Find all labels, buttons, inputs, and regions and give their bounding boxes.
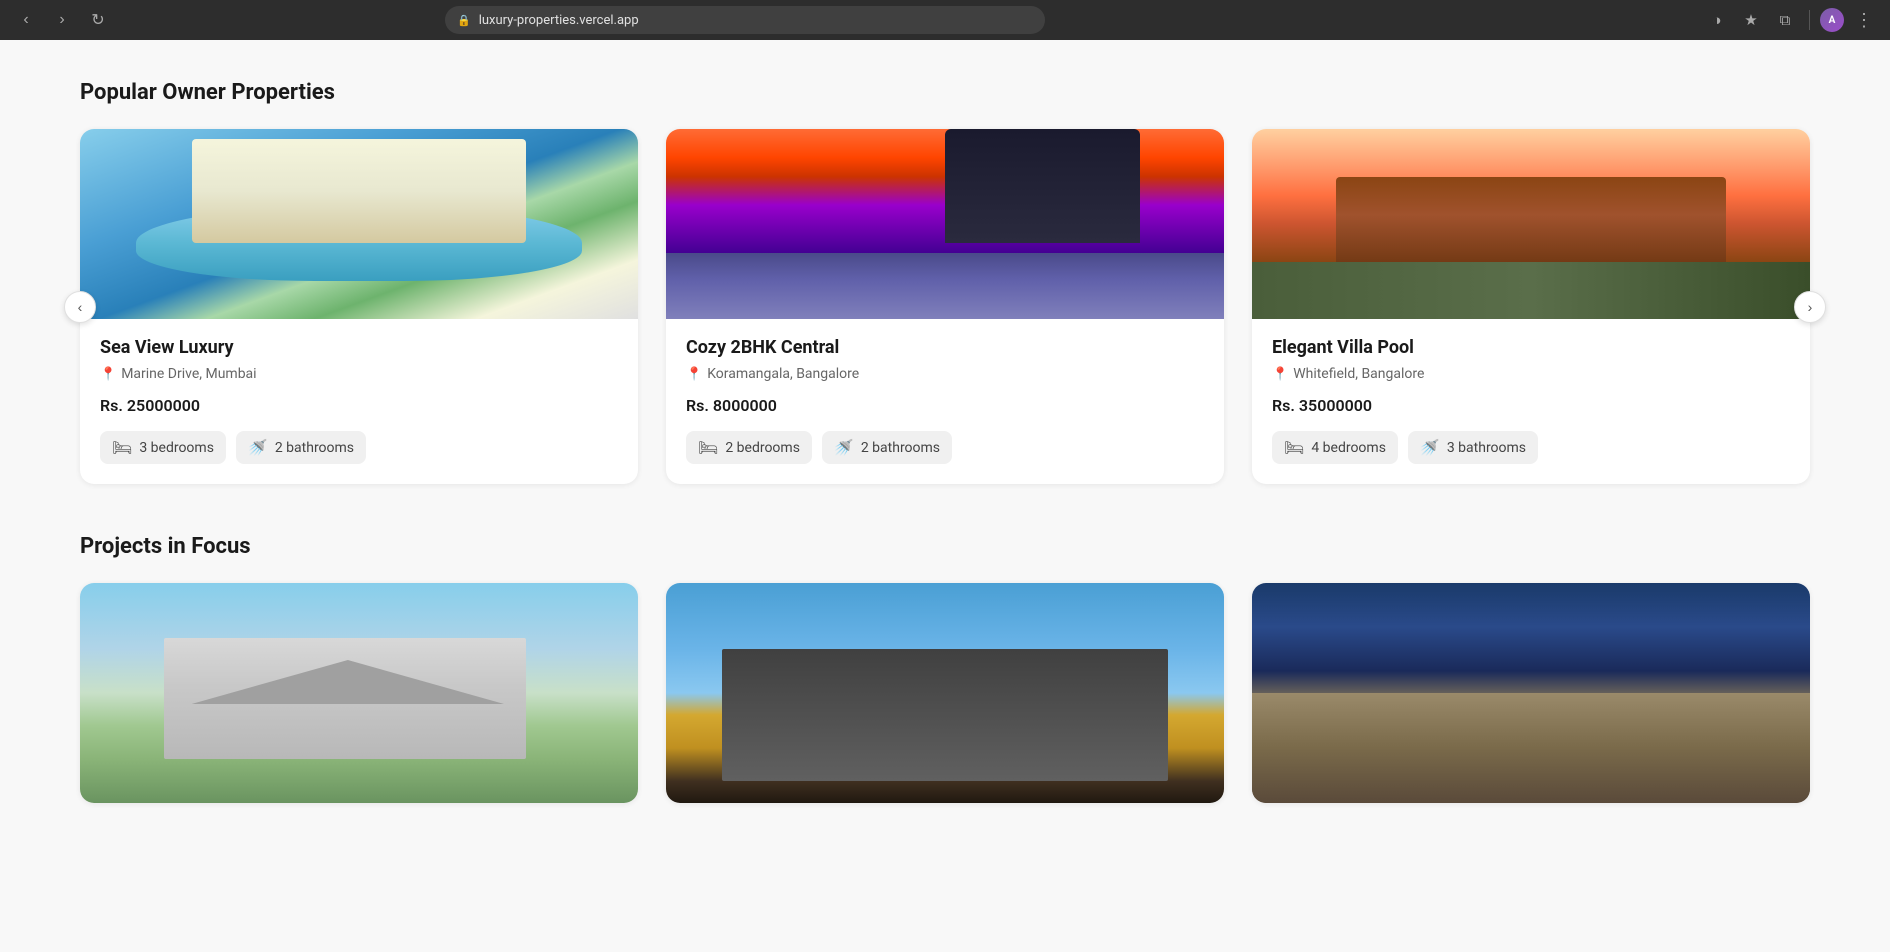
card-body: Sea View Luxury 📍 Marine Drive, Mumbai R…	[80, 319, 638, 484]
browser-actions: ◑ ★ ⧉ A ⋮	[1703, 6, 1878, 34]
project-image-container	[1252, 583, 1810, 803]
bedrooms-badge: 🛏 2 bedrooms	[686, 431, 812, 464]
popular-cards-grid: Sea View Luxury 📍 Marine Drive, Mumbai R…	[80, 129, 1810, 484]
popular-section: Popular Owner Properties ‹ Sea View Luxu…	[80, 80, 1810, 484]
reload-button[interactable]: ↻	[84, 6, 112, 34]
card-location: 📍 Koramangala, Bangalore	[686, 366, 1204, 382]
bathrooms-badge: 🚿 2 bathrooms	[236, 431, 366, 464]
location-text: Marine Drive, Mumbai	[121, 366, 256, 382]
projects-section: Projects in Focus	[80, 534, 1810, 803]
bedrooms-badge: 🛏 4 bedrooms	[1272, 431, 1398, 464]
project-image-container	[80, 583, 638, 803]
profile-avatar[interactable]: A	[1820, 8, 1844, 32]
screenshot-icon[interactable]: ◑	[1703, 6, 1731, 34]
card-location: 📍 Marine Drive, Mumbai	[100, 366, 618, 382]
property-card-sea-view-luxury[interactable]: Sea View Luxury 📍 Marine Drive, Mumbai R…	[80, 129, 638, 484]
extensions-icon[interactable]: ⧉	[1771, 6, 1799, 34]
divider	[1809, 10, 1810, 30]
card-title: Sea View Luxury	[100, 337, 618, 358]
location-pin-icon: 📍	[100, 367, 116, 382]
property-image	[1252, 129, 1810, 319]
card-body: Elegant Villa Pool 📍 Whitefield, Bangalo…	[1252, 319, 1810, 484]
lock-icon: 🔒	[457, 14, 471, 27]
bed-icon: 🛏	[112, 438, 132, 457]
menu-icon[interactable]: ⋮	[1850, 6, 1878, 34]
property-card-cozy-2bhk[interactable]: Cozy 2BHK Central 📍 Koramangala, Bangalo…	[666, 129, 1224, 484]
back-button[interactable]: ‹	[12, 6, 40, 34]
popular-title: Popular Owner Properties	[80, 80, 1810, 105]
forward-button[interactable]: ›	[48, 6, 76, 34]
bathrooms-badge: 🚿 3 bathrooms	[1408, 431, 1538, 464]
bath-icon: 🚿	[1420, 438, 1440, 457]
card-body: Cozy 2BHK Central 📍 Koramangala, Bangalo…	[666, 319, 1224, 484]
property-image	[666, 129, 1224, 319]
card-image-elegant	[1252, 129, 1810, 319]
card-image-cozy	[666, 129, 1224, 319]
bath-icon: 🚿	[248, 438, 268, 457]
card-features: 🛏 2 bedrooms 🚿 2 bathrooms	[686, 431, 1204, 464]
projects-title: Projects in Focus	[80, 534, 1810, 559]
card-features: 🛏 4 bedrooms 🚿 3 bathrooms	[1272, 431, 1790, 464]
project-card-farmhouse[interactable]	[80, 583, 638, 803]
card-price: Rs. 35000000	[1272, 396, 1790, 415]
projects-cards-grid	[80, 583, 1810, 803]
bath-icon: 🚿	[834, 438, 854, 457]
popular-carousel: ‹ Sea View Luxury 📍 Marine Drive, Mumbai…	[80, 129, 1810, 484]
property-image	[80, 129, 638, 319]
browser-chrome: ‹ › ↻ 🔒 luxury-properties.vercel.app ◑ ★…	[0, 0, 1890, 40]
bedrooms-text: 3 bedrooms	[139, 440, 214, 456]
property-card-elegant-villa[interactable]: Elegant Villa Pool 📍 Whitefield, Bangalo…	[1252, 129, 1810, 484]
card-title: Elegant Villa Pool	[1272, 337, 1790, 358]
bedrooms-text: 2 bedrooms	[725, 440, 800, 456]
card-image-sea-view	[80, 129, 638, 319]
address-bar[interactable]: 🔒 luxury-properties.vercel.app	[445, 6, 1045, 34]
card-price: Rs. 8000000	[686, 396, 1204, 415]
card-features: 🛏 3 bedrooms 🚿 2 bathrooms	[100, 431, 618, 464]
location-text: Koramangala, Bangalore	[707, 366, 859, 382]
project-image-farmhouse	[80, 583, 638, 803]
bedrooms-badge: 🛏 3 bedrooms	[100, 431, 226, 464]
project-image-modern	[666, 583, 1224, 803]
bed-icon: 🛏	[1284, 438, 1304, 457]
url-text: luxury-properties.vercel.app	[479, 13, 639, 28]
location-text: Whitefield, Bangalore	[1293, 366, 1424, 382]
carousel-prev-button[interactable]: ‹	[64, 291, 96, 323]
location-pin-icon: 📍	[686, 367, 702, 382]
bathrooms-badge: 🚿 2 bathrooms	[822, 431, 952, 464]
bookmark-icon[interactable]: ★	[1737, 6, 1765, 34]
card-location: 📍 Whitefield, Bangalore	[1272, 366, 1790, 382]
carousel-next-button[interactable]: ›	[1794, 291, 1826, 323]
location-pin-icon: 📍	[1272, 367, 1288, 382]
bathrooms-text: 2 bathrooms	[861, 440, 940, 456]
project-card-modern[interactable]	[666, 583, 1224, 803]
project-image-stone	[1252, 583, 1810, 803]
card-price: Rs. 25000000	[100, 396, 618, 415]
card-title: Cozy 2BHK Central	[686, 337, 1204, 358]
bathrooms-text: 2 bathrooms	[275, 440, 354, 456]
project-image-container	[666, 583, 1224, 803]
bedrooms-text: 4 bedrooms	[1311, 440, 1386, 456]
page-content: Popular Owner Properties ‹ Sea View Luxu…	[0, 40, 1890, 952]
bed-icon: 🛏	[698, 438, 718, 457]
bathrooms-text: 3 bathrooms	[1447, 440, 1526, 456]
project-card-stone[interactable]	[1252, 583, 1810, 803]
